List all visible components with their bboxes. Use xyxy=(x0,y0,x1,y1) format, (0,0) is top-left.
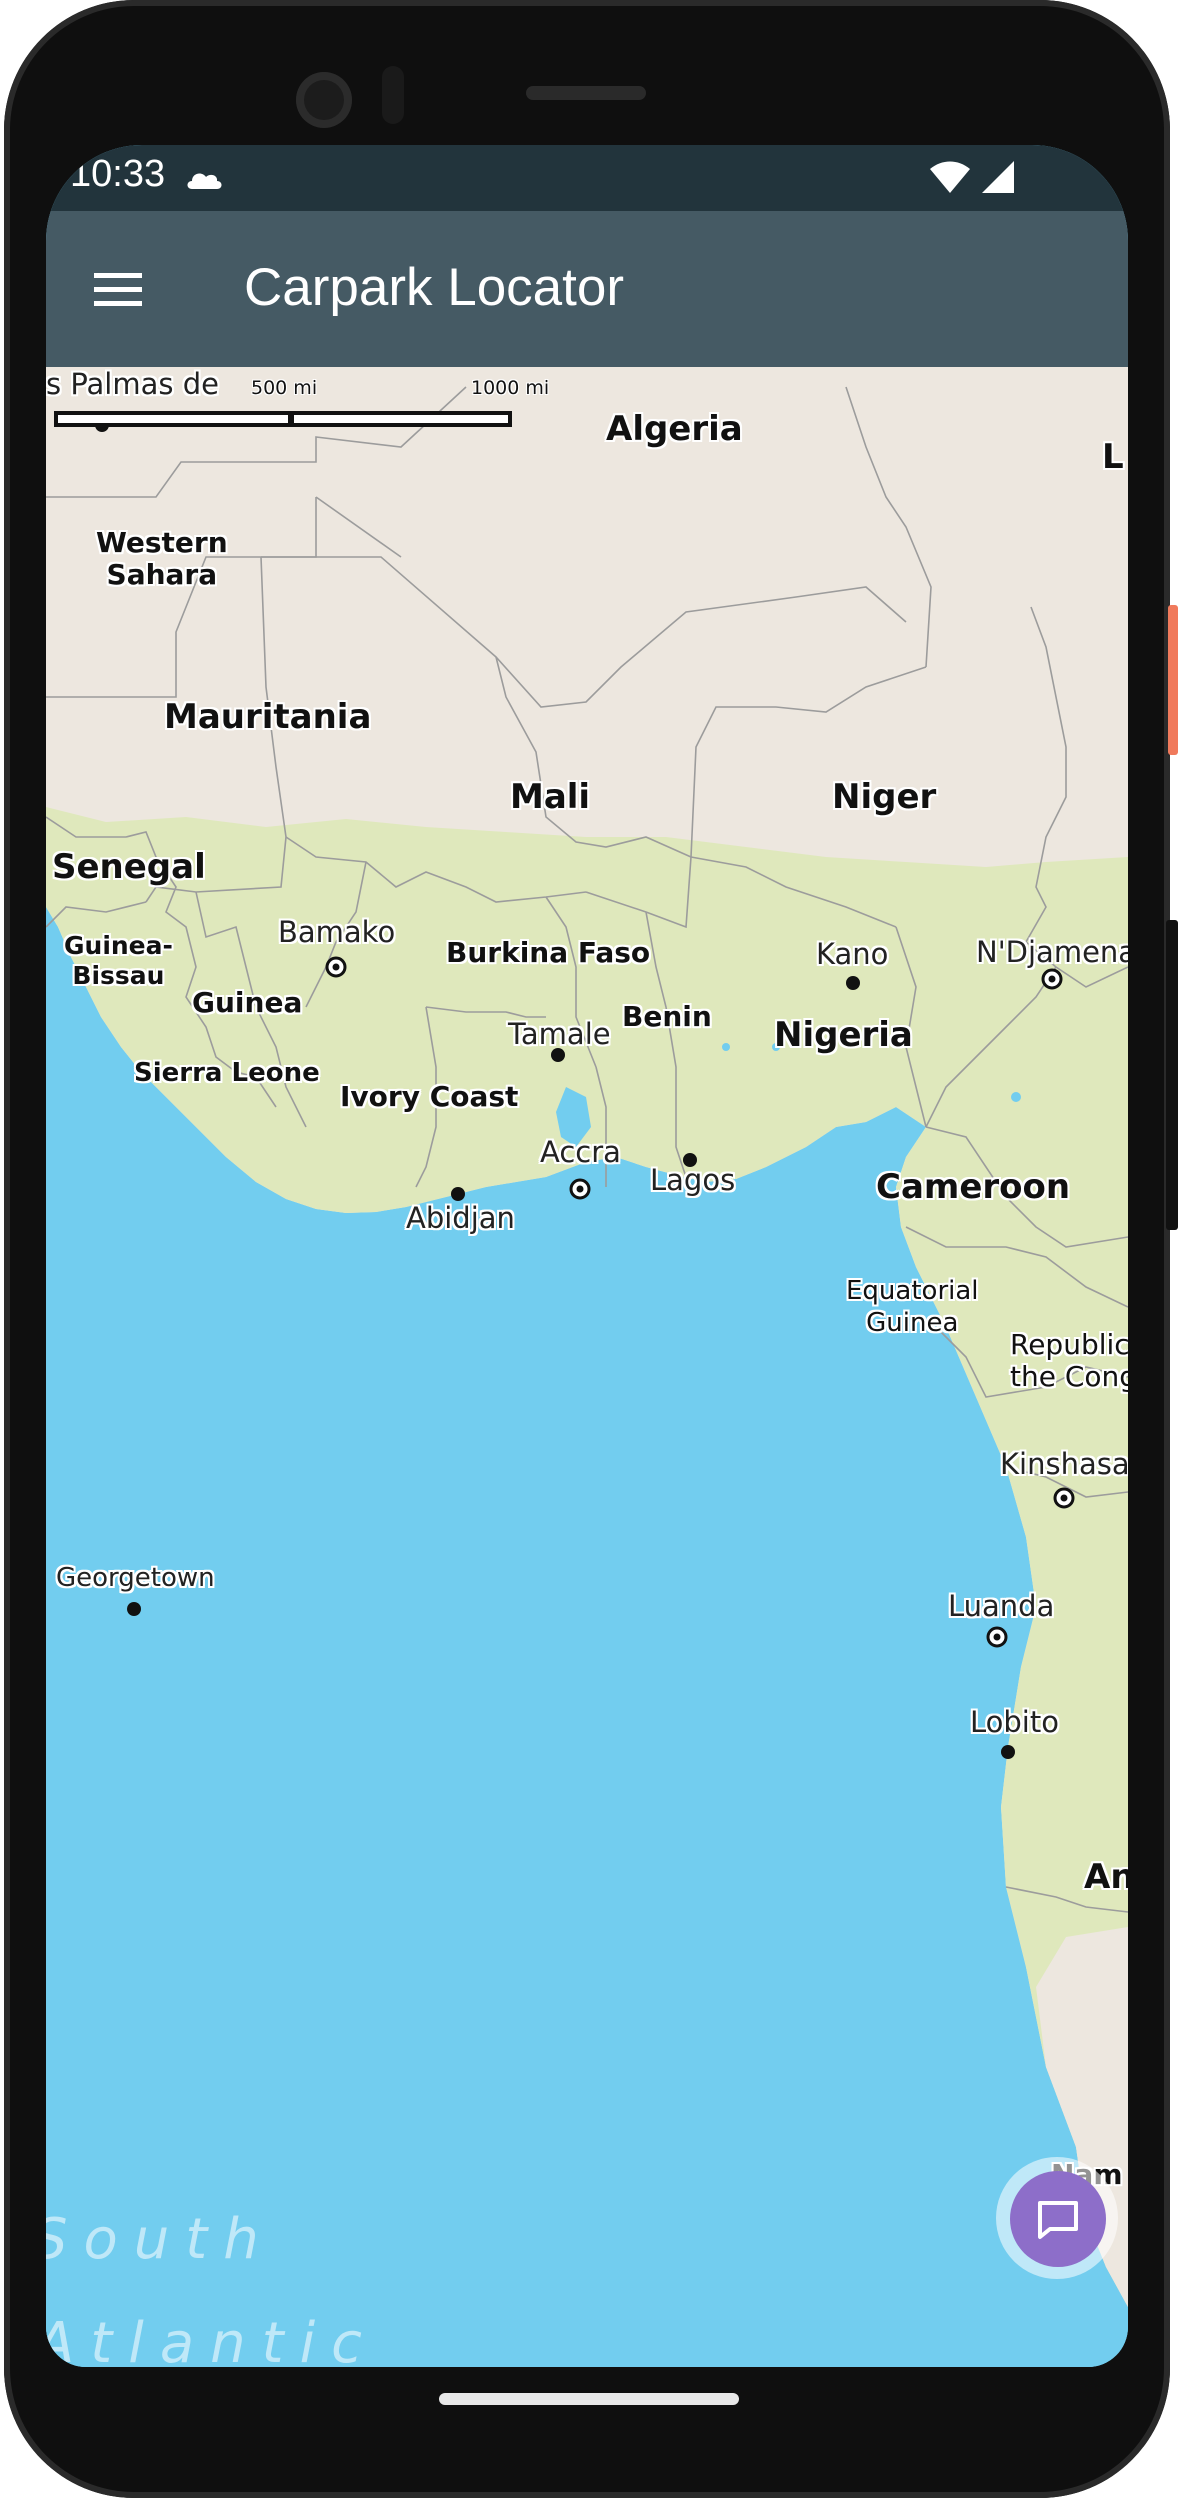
phone-frame: 500 mi 1000 mi Algeria Western Sahara Ma… xyxy=(0,0,1178,2498)
country-label-angola: An xyxy=(1084,1857,1128,1897)
app-title: Carpark Locator xyxy=(244,258,625,317)
signal-icon xyxy=(982,161,1014,193)
city-label-lobito: Lobito xyxy=(970,1705,1059,1739)
screen: 500 mi 1000 mi Algeria Western Sahara Ma… xyxy=(46,145,1128,2367)
map-view[interactable]: 500 mi 1000 mi Algeria Western Sahara Ma… xyxy=(46,367,1128,2367)
city-label-accra: Accra xyxy=(540,1135,621,1169)
city-label-ndjamena: N'Djamena xyxy=(976,935,1128,969)
city-label-bamako: Bamako xyxy=(278,915,396,949)
city-label-lagos: Lagos xyxy=(650,1163,736,1197)
country-label-ivory-coast: Ivory Coast xyxy=(340,1080,519,1113)
country-label-guinea: Guinea xyxy=(192,986,303,1019)
map-scale-bar xyxy=(54,411,512,427)
wifi-icon xyxy=(930,161,970,193)
cloud-icon xyxy=(187,173,222,189)
proximity-sensor xyxy=(382,66,404,124)
chat-fab-button[interactable] xyxy=(996,2157,1118,2279)
city-label-kinshasa: Kinshasa xyxy=(1000,1447,1128,1481)
map-canvas[interactable] xyxy=(46,367,1128,2367)
hamburger-menu-button[interactable] xyxy=(90,261,146,317)
scale-label-500: 500 mi xyxy=(251,377,318,399)
country-label-republic-congo: Republic the Cong xyxy=(1010,1328,1128,1393)
country-label-guinea-bissau: Guinea- Bissau xyxy=(64,931,173,990)
hamburger-menu-icon xyxy=(94,273,142,306)
country-label-sierra-leone: Sierra Leone xyxy=(134,1058,320,1088)
scale-label-1000: 1000 mi xyxy=(471,377,550,399)
volume-button xyxy=(1166,920,1178,1230)
home-indicator[interactable] xyxy=(439,2393,739,2405)
country-label-niger: Niger xyxy=(832,777,937,817)
city-label-abidjan: Abidjan xyxy=(406,1201,515,1235)
country-label-cameroon: Cameroon xyxy=(876,1167,1071,1207)
city-label-las-palmas: s Palmas de xyxy=(46,367,219,401)
country-label-algeria: Algeria xyxy=(606,409,743,449)
city-label-luanda: Luanda xyxy=(948,1589,1055,1623)
country-label-equatorial-guinea: Equatorial Guinea xyxy=(846,1276,979,1338)
ocean-label-atlantic: Atlantic xyxy=(46,2311,378,2367)
country-label-senegal: Senegal xyxy=(52,847,206,887)
country-label-mauritania: Mauritania xyxy=(164,697,372,737)
status-bar: 10:33 xyxy=(46,145,1128,211)
country-label-burkina-faso: Burkina Faso xyxy=(446,936,651,969)
city-label-kano: Kano xyxy=(816,937,889,971)
app-bar: Carpark Locator xyxy=(46,211,1128,367)
earpiece-speaker xyxy=(526,86,646,100)
power-button xyxy=(1168,605,1178,755)
chat-bubble-icon xyxy=(1038,2201,1078,2239)
country-label-western-sahara: Western Sahara xyxy=(96,526,228,591)
city-label-tamale: Tamale xyxy=(508,1017,611,1051)
country-label-libya: L xyxy=(1102,437,1124,477)
chat-fab-inner[interactable] xyxy=(1010,2171,1106,2267)
country-label-benin: Benin xyxy=(622,1000,712,1033)
country-label-mali: Mali xyxy=(510,777,591,817)
ocean-label-south: South xyxy=(46,2207,275,2272)
city-label-georgetown: Georgetown xyxy=(56,1563,215,1593)
status-time: 10:33 xyxy=(70,153,166,195)
front-camera xyxy=(296,72,352,128)
country-label-nigeria: Nigeria xyxy=(774,1015,913,1055)
